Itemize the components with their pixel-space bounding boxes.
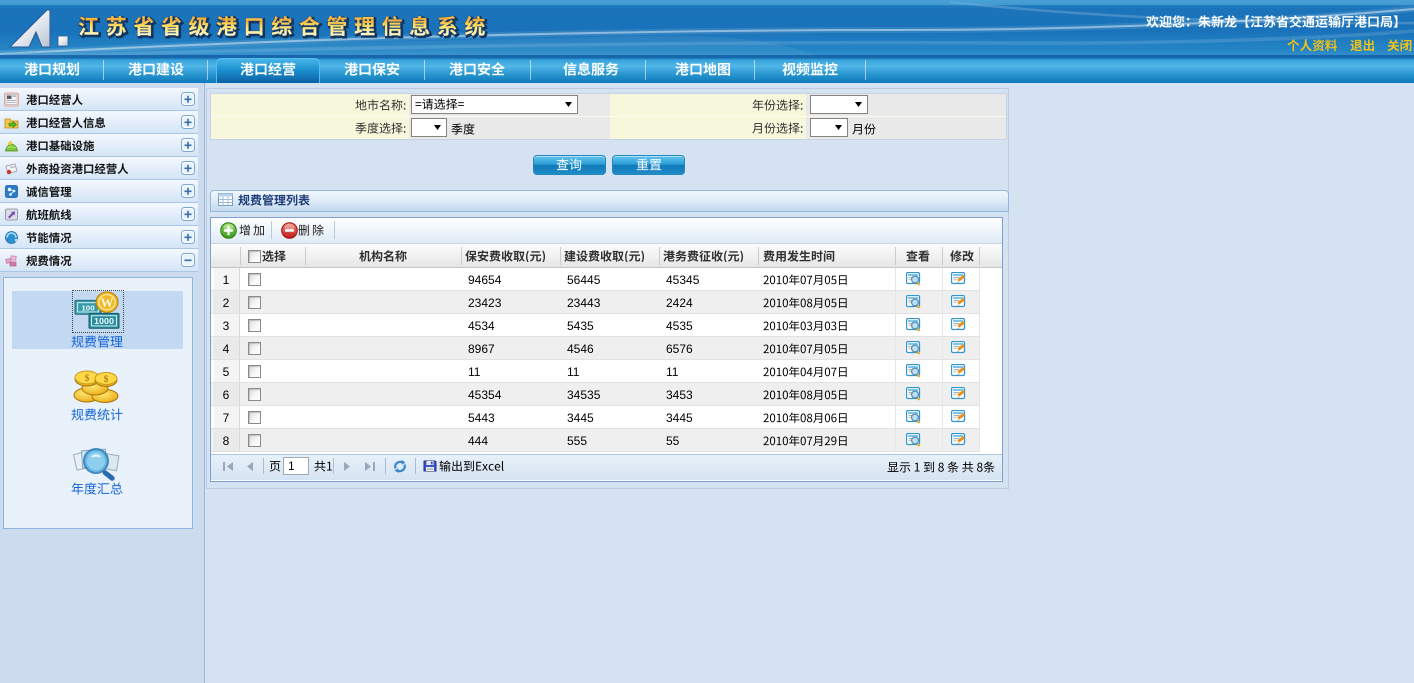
svg-text:$: $ — [85, 373, 90, 383]
svg-text:100: 100 — [81, 304, 94, 313]
svg-text:$: $ — [104, 374, 109, 384]
svg-text:W: W — [101, 296, 114, 309]
svg-text:1000: 1000 — [94, 316, 114, 326]
